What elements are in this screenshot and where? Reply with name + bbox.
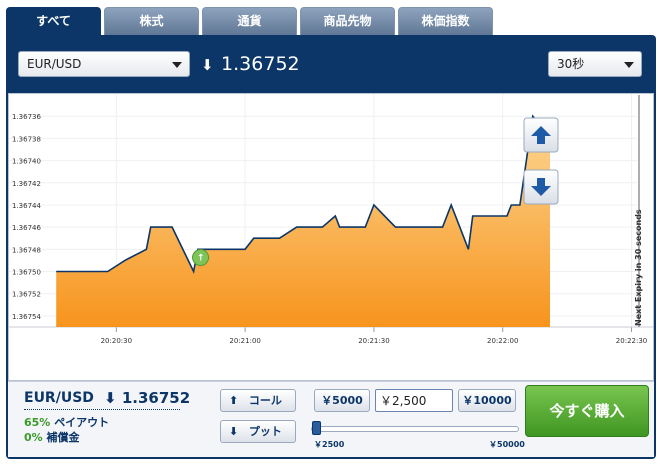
asset-select-value: EUR/USD: [27, 57, 82, 71]
slider-min-label: ￥2500: [314, 440, 345, 449]
panel-price-value: 1.36752: [121, 389, 191, 407]
panel-price: ⬇ 1.36752: [104, 389, 190, 407]
tab-currency[interactable]: 通貨: [202, 7, 297, 35]
y-tick-label: 1.36750: [12, 269, 41, 277]
arrow-down-icon: ⬇: [229, 425, 239, 438]
divider: [24, 409, 180, 410]
current-price: ⬇ 1.36752: [201, 51, 300, 77]
trading-app: すべて 株式 通貨 商品先物 株価指数 EUR/USD ⬇ 1.36752 30…: [0, 0, 660, 464]
tab-stocks[interactable]: 株式: [104, 7, 199, 35]
x-tick-label: 20:22:00: [487, 337, 518, 345]
x-tick-label: 20:21:00: [229, 337, 260, 345]
expiry-label: Next Expiry in 30 seconds: [634, 209, 643, 326]
tab-all[interactable]: すべて: [6, 7, 101, 35]
price-chart: 1.36754 1.36752 1.36750 1.36748 1.36746 1.367…: [8, 93, 654, 381]
x-tick-label: 20:22:30: [616, 337, 647, 345]
y-tick-label: 1.36738: [12, 135, 41, 143]
y-tick-label: 1.36746: [12, 224, 41, 232]
chart-call-button[interactable]: [523, 117, 559, 153]
y-tick-label: 1.36752: [12, 291, 41, 299]
x-tick-label: 20:20:30: [101, 337, 132, 345]
y-tick-label: 1.36736: [12, 113, 41, 121]
arrow-up-icon: ⬆: [229, 394, 239, 407]
y-tick-label: 1.36742: [12, 180, 41, 188]
trading-widget: EUR/USD ⬇ 1.36752 30秒 1.36754 1.36752 1.…: [6, 35, 656, 459]
put-button-label: プット: [248, 425, 282, 438]
y-tick-label: 1.36740: [12, 158, 41, 166]
preset-10000-button[interactable]: ￥10000: [458, 389, 516, 412]
put-button[interactable]: ⬇ プット: [220, 420, 296, 443]
panel-asset-name: EUR/USD: [24, 390, 94, 406]
y-tick-label: 1.36748: [12, 246, 41, 254]
expiry-select[interactable]: 30秒: [548, 51, 642, 77]
tab-indices[interactable]: 株価指数: [398, 7, 493, 35]
price-chart-svg: 1.36754 1.36752 1.36750 1.36748 1.36746 1.367…: [9, 94, 653, 345]
chart-put-button[interactable]: [523, 169, 559, 205]
amount-slider-handle[interactable]: [312, 421, 322, 435]
tab-commodities[interactable]: 商品先物: [300, 7, 395, 35]
call-button[interactable]: ⬆ コール: [220, 389, 296, 412]
refund-percent: 0%: [24, 431, 43, 444]
call-button-label: コール: [248, 394, 282, 407]
payout-label: ペイアウト: [54, 416, 110, 429]
payout-percent: 65%: [24, 416, 51, 429]
slider-max-label: ￥50000: [489, 440, 525, 449]
preset-5000-button[interactable]: ￥5000: [314, 389, 370, 412]
refund-info: 0% 補償金: [24, 429, 80, 445]
y-axis: 1.36754 1.36752 1.36750 1.36748 1.36746 1.367…: [12, 113, 41, 321]
order-panel: EUR/USD ⬇ 1.36752 65% ペイアウト 0% 補償金 ⬆ コール…: [8, 381, 654, 457]
trade-marker: ↑: [192, 249, 209, 267]
y-tick-label: 1.36744: [12, 202, 41, 210]
price-area: [56, 116, 550, 327]
chevron-down-icon: [624, 62, 634, 68]
y-tick-label: 1.36754: [12, 313, 41, 321]
asset-select[interactable]: EUR/USD: [18, 51, 190, 77]
arrow-down-icon: ⬇: [201, 56, 214, 74]
arrow-up-icon: ↑: [197, 254, 205, 264]
x-axis: 20:20:30 20:21:00 20:21:30 20:22:00 20:22:30: [101, 337, 648, 345]
arrow-down-icon: ⬇: [104, 389, 117, 407]
x-tick-label: 20:21:30: [358, 337, 389, 345]
amount-slider-track[interactable]: [311, 426, 519, 432]
refund-label: 補償金: [46, 431, 80, 444]
buy-now-button[interactable]: 今すぐ購入: [525, 385, 649, 437]
category-tabs: すべて 株式 通貨 商品先物 株価指数: [6, 7, 656, 35]
expiry-select-value: 30秒: [557, 57, 585, 71]
current-price-value: 1.36752: [221, 53, 300, 75]
amount-input[interactable]: [375, 389, 453, 412]
chevron-down-icon: [172, 62, 182, 68]
payout-info: 65% ペイアウト: [24, 414, 109, 430]
